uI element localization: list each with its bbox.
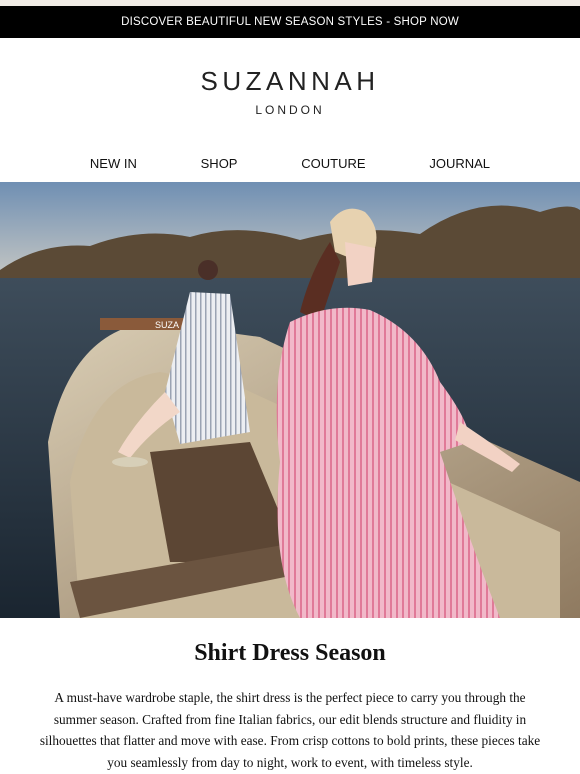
brand-name: SUZANNAH <box>200 66 380 96</box>
promo-text[interactable]: DISCOVER BEAUTIFUL NEW SEASON STYLES - S… <box>121 16 459 28</box>
promo-banner[interactable]: DISCOVER BEAUTIFUL NEW SEASON STYLES - S… <box>0 6 580 38</box>
brand-city: LONDON <box>255 103 325 117</box>
article-body: A must-have wardrobe staple, the shirt d… <box>39 690 541 770</box>
article-title: Shirt Dress Season <box>194 640 386 666</box>
woman-right-face <box>345 242 375 286</box>
nav-item-shop[interactable]: SHOP <box>201 156 238 171</box>
nav-item-journal[interactable]: JOURNAL <box>429 156 490 171</box>
brand-logo[interactable]: SUZANNAH LONDON <box>0 38 580 145</box>
nav-item-new-in[interactable]: NEW IN <box>90 156 137 171</box>
boat-label: SUZA <box>155 320 179 330</box>
nav-item-couture[interactable]: COUTURE <box>301 156 365 171</box>
woman-left-shoes <box>112 457 148 467</box>
hero-photo: SUZA <box>0 182 580 618</box>
hero-image[interactable]: SUZA <box>0 182 580 618</box>
main-nav: NEW IN SHOP COUTURE JOURNAL <box>0 145 580 182</box>
woman-left-head <box>198 260 218 280</box>
